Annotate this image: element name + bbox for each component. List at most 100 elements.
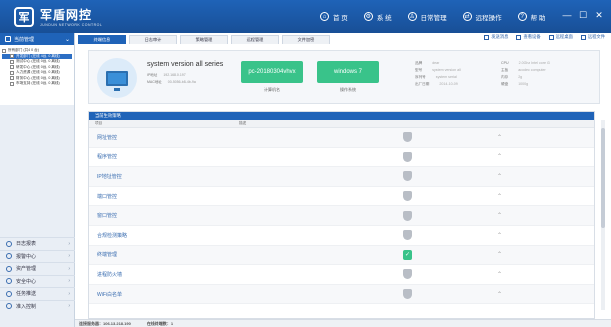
computer-name-label: 计算机名 [264, 87, 280, 92]
send-message-button[interactable]: 发送消息 [484, 34, 508, 40]
sidebar-item-assets[interactable]: 资产管理 › [0, 262, 75, 275]
policy-row[interactable]: IP地址管控 ⌃ [89, 167, 594, 187]
policy-row[interactable]: 进程防火墙 ⌃ [89, 265, 594, 285]
nav-help[interactable]: ? 帮 助 [517, 12, 545, 22]
tab-policy[interactable]: 策略管理 [180, 35, 228, 44]
tool-label: 发送消息 [491, 34, 509, 39]
checkbox[interactable] [10, 81, 14, 86]
checkbox[interactable] [10, 76, 14, 81]
policy-name: 合规检测策略 [97, 232, 128, 239]
shield-icon[interactable] [403, 289, 412, 300]
maximize-button[interactable]: ☐ [577, 10, 589, 21]
shield-icon[interactable] [403, 151, 412, 162]
nav-remote[interactable]: ⇄ 远程操作 [462, 12, 502, 22]
tab-log-audit[interactable]: 日志审计 [129, 35, 177, 44]
device-name: system version all series [147, 61, 224, 68]
nav-label: 系 统 [376, 14, 392, 22]
checkbox[interactable] [10, 65, 14, 70]
policy-name: 窗口管控 [97, 213, 118, 220]
chevron-up-icon[interactable]: ⌃ [497, 153, 502, 160]
sidebar-item-tasks[interactable]: 任务推送 › [0, 287, 75, 300]
chevron-up-icon[interactable]: ⌃ [497, 291, 502, 298]
chevron-right-icon: › [68, 278, 70, 285]
shield-icon[interactable] [403, 132, 412, 143]
chevron-right-icon: › [68, 240, 70, 247]
checkbox[interactable] [2, 48, 6, 53]
tab-remote[interactable]: 远程管理 [231, 35, 279, 44]
manage-icon [5, 36, 11, 42]
remote-file-button[interactable]: 远程文件 [580, 34, 605, 40]
tab-bar: 终端信息 日志审计 策略管理 远程管理 文件加密 [78, 33, 333, 44]
remote-desktop-icon [548, 34, 554, 40]
chevron-up-icon[interactable]: ⌃ [497, 251, 502, 258]
policy-name: 终端管理 [97, 252, 118, 259]
policy-row[interactable]: WiFi白名单 ⌃ [89, 284, 594, 305]
policy-row[interactable]: 端口管控 ⌃ [89, 187, 594, 207]
nav-home[interactable]: ⌂ 首 页 [320, 12, 348, 22]
chevron-right-icon: › [68, 290, 70, 297]
close-button[interactable]: ✕ [593, 10, 605, 21]
sidebar-item-logs[interactable]: 日志报表 › [0, 237, 75, 250]
sidebar-item-label: 资产管理 [16, 266, 37, 273]
access-icon [6, 303, 12, 310]
file-icon [580, 34, 586, 40]
scrollbar[interactable] [601, 120, 605, 310]
check-shield-icon[interactable]: ✓ [403, 249, 412, 260]
shield-icon[interactable] [403, 191, 412, 202]
sidebar-item-alarm[interactable]: 报警中心 › [0, 249, 75, 263]
checkbox[interactable] [10, 54, 14, 59]
system-icon: ⚙ [363, 12, 373, 21]
info-memory: 内存 2g [501, 75, 523, 79]
tool-label: 远程文件 [587, 34, 605, 39]
chevron-up-icon[interactable]: ⌃ [497, 271, 502, 278]
security-icon [6, 278, 12, 285]
nav-label: 远程操作 [475, 14, 502, 22]
tree-item[interactable]: 市场支持 (在线 0台, 0 离线) [2, 81, 72, 87]
checkbox[interactable] [10, 59, 14, 64]
info-serial: 序列号 system serial [415, 75, 457, 79]
shield-logo-icon: 军 [14, 6, 34, 27]
policy-row[interactable]: 窗口管控 ⌃ [89, 206, 594, 226]
chevron-up-icon[interactable]: ⌃ [497, 173, 502, 180]
nav-daily[interactable]: ♙ 日常管理 [407, 12, 447, 22]
tab-encryption[interactable]: 文件加密 [282, 35, 330, 44]
scrollbar-thumb[interactable] [601, 128, 605, 228]
sidebar-item-access[interactable]: 准入控制 › [0, 299, 75, 313]
sidebar-item-security[interactable]: 安全中心 › [0, 274, 75, 288]
shield-icon[interactable] [403, 230, 412, 241]
chevron-up-icon[interactable]: ⌃ [497, 193, 502, 200]
toolbar: 发送消息 查看设备 远程桌面 远程文件 [476, 34, 605, 40]
chevron-up-icon[interactable]: ⌃ [497, 134, 502, 141]
tree-item-label: 市场支持 (在线 0台, 0 离线) [16, 81, 60, 85]
asset-icon [6, 265, 12, 272]
checkbox[interactable] [10, 70, 14, 75]
log-icon [6, 240, 12, 247]
chevron-up-icon[interactable]: ⌃ [497, 232, 502, 239]
monitor-icon [106, 70, 128, 91]
policy-row[interactable]: 程序管控 ⌃ [89, 148, 594, 168]
shield-icon[interactable] [403, 171, 412, 182]
minimize-button[interactable]: — [561, 10, 573, 21]
nav-system[interactable]: ⚙ 系 统 [363, 12, 392, 22]
help-icon: ? [517, 12, 527, 21]
home-icon: ⌂ [320, 12, 329, 21]
col-desc: 描述 [239, 121, 247, 125]
policy-name: 进程防火墙 [97, 271, 123, 278]
shield-icon[interactable] [403, 210, 412, 221]
policy-row[interactable]: 终端管理 ✓ ⌃ [89, 245, 594, 266]
remote-desktop-button[interactable]: 远程桌面 [548, 34, 573, 40]
sidebar-menu: 日志报表 › 报警中心 › 资产管理 › 安全中心 › 任务推送 › 准入控制 › [0, 237, 75, 312]
info-date: 出厂日期 2014-10-09 [415, 82, 458, 86]
policy-row[interactable]: 网址管控 ⌃ [89, 128, 594, 148]
shield-icon[interactable] [403, 269, 412, 280]
view-device-button[interactable]: 查看设备 [516, 34, 541, 40]
info-model: 型号 system version all [415, 68, 461, 72]
sidebar-header[interactable]: 当前管理 ⌄ [0, 33, 74, 45]
sidebar: 当前管理 ⌄ 所有部门 (共4 0 台) 开发部门 (在线 4台, 0 离线) … [0, 33, 75, 327]
policy-row[interactable]: 合规检测策略 ⌃ [89, 226, 594, 246]
chevron-down-icon: ⌄ [64, 36, 70, 43]
tool-label: 查看设备 [523, 34, 541, 39]
tab-terminal-info[interactable]: 终端信息 [78, 35, 126, 44]
chevron-up-icon[interactable]: ⌃ [497, 212, 502, 219]
message-icon [484, 34, 490, 40]
